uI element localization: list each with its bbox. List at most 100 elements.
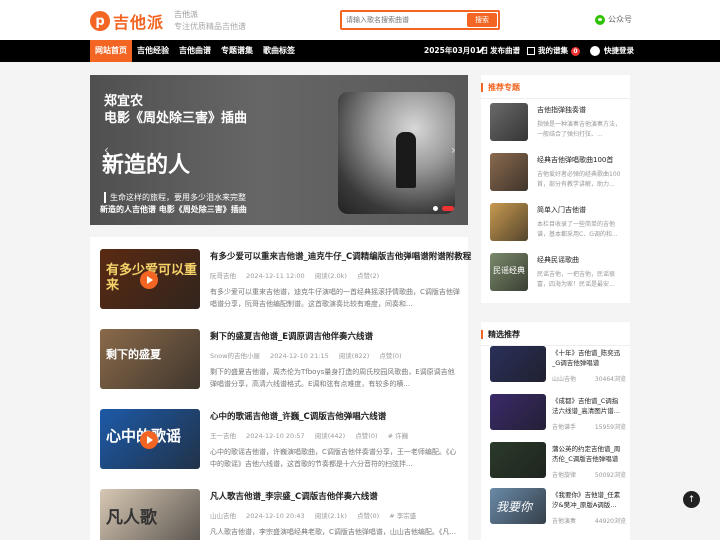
search-box: 搜索 <box>340 10 500 30</box>
article-date: 2024-12-11 12:00 <box>246 272 305 280</box>
list-item: 剩下的盛夏 剩下的盛夏吉他谱_E调原调吉他伴奏六线谱 Snow的吉他小屋 202… <box>100 317 460 389</box>
logo[interactable]: p 吉他派 <box>90 10 164 32</box>
pick-meta: 山山吉他 30464浏览 <box>552 374 626 383</box>
pick-title[interactable]: 《十年》吉他谱_陈奕迅_G调吉他弹唱谱 <box>552 348 624 370</box>
article-excerpt: 剩下的盛夏吉他谱，周杰伦为Tfboys量身打造的周氏校园风歌曲，E调原调吉他弹唱… <box>210 368 455 388</box>
pick-title[interactable]: 《我要你》吉他谱_任素汐&樊冲_原版A调版... <box>552 490 624 512</box>
article-title[interactable]: 剩下的盛夏吉他谱_E调原调吉他伴奏六线谱 <box>210 330 373 342</box>
next-arrow-icon[interactable]: › <box>451 143 456 157</box>
article-title[interactable]: 有多少爱可以重来吉他谱_迪克牛仔_C调精编版吉他弹唱谱附谱附教程 <box>210 250 471 262</box>
section-title: 推荐专题 <box>488 83 520 92</box>
pick-meta: 吉他演奏 44920浏览 <box>552 516 626 525</box>
topic-desc: 指弹是一种演奏吉他演奏方法，一般结合了弹扫打弦、... <box>537 121 622 138</box>
banner-caption[interactable]: 新造的人吉他谱 电影《周处除三害》插曲 <box>100 204 247 215</box>
pick-thumbnail[interactable]: 我要你 <box>490 488 546 524</box>
publish-link[interactable]: 发布曲谱 <box>478 40 520 62</box>
pick-views: 15959浏览 <box>594 424 626 431</box>
prev-arrow-icon[interactable]: ‹ <box>104 143 109 157</box>
pick-meta: 吉他旋律 50092浏览 <box>552 470 626 479</box>
back-to-top-button[interactable]: ↑ <box>683 491 700 508</box>
topic-title[interactable]: 吉他指弹独奏谱 <box>537 105 586 115</box>
pick-title[interactable]: 《成都》吉他谱_C调指法六线谱_高清图片谱... <box>552 396 624 418</box>
topic-thumbnail[interactable] <box>490 203 528 241</box>
article-author[interactable]: 阮哥吉他 <box>210 272 236 280</box>
topic-thumbnail[interactable]: 民谣经典 <box>490 253 528 291</box>
site-name: 吉他派 <box>174 10 198 19</box>
pick-item[interactable]: 《十年》吉他谱_陈奕迅_G调吉他弹唱谱 山山吉他 30464浏览 <box>490 346 626 386</box>
banner-lyric: 生命这样的旅程，要用多少泪水来完整 <box>104 192 246 203</box>
pen-icon <box>478 46 489 56</box>
article-thumbnail[interactable]: 凡人歌 <box>100 489 200 540</box>
article-excerpt: 有多少爱可以重来吉他谱，迪克牛仔演唱的一首经典摇滚抒情歌曲，C调版吉他弹唱谱分享… <box>210 288 460 308</box>
nav-item-experience[interactable]: 吉他经验 <box>134 40 172 62</box>
article-likes: 点赞(0) <box>357 512 380 520</box>
banner-figure <box>396 132 416 188</box>
article-tag[interactable]: # 许巍 <box>388 432 409 440</box>
my-scores-link[interactable]: 我的谱集 0 <box>527 40 580 62</box>
list-item: 心中的歌谣 心中的歌谣吉他谱_许巍_C调版吉他弹唱六线谱 王一吉他 2024-1… <box>100 397 460 469</box>
topic-item[interactable]: 经典吉他弹唱歌曲100首 吉他爱好者必弹的经典歌曲100首，部分有教学讲解，助力… <box>490 153 626 193</box>
pick-views: 44920浏览 <box>594 518 626 525</box>
topic-thumbnail-text: 民谣经典 <box>493 266 525 275</box>
topic-title[interactable]: 经典民谣歌曲 <box>537 255 579 265</box>
featured-picks: 精选推荐 《十年》吉他谱_陈奕迅_G调吉他弹唱谱 山山吉他 30464浏览 《成… <box>481 322 630 540</box>
pick-item[interactable]: 《成都》吉他谱_C调指法六线谱_高清图片谱... 吉他谱手 15959浏览 <box>490 394 626 434</box>
section-accent <box>481 330 483 339</box>
nav-item-tags[interactable]: 歌曲标签 <box>260 40 298 62</box>
article-thumbnail[interactable]: 有多少爱可以重来 <box>100 249 200 309</box>
topic-desc: 本栏目收录了一些简单的吉他谱，基本都采用C、G调的和... <box>537 221 618 238</box>
user-icon <box>590 46 600 56</box>
topic-item[interactable]: 民谣经典 经典民谣歌曲 民谣吉他，一把吉他，民谣很富，四海为家！民谣是最安... <box>490 253 626 293</box>
nav-item-scores[interactable]: 吉他曲谱 <box>176 40 214 62</box>
pick-item[interactable]: 蒲公英的约定吉他谱_周杰伦_C调版吉他弹唱谱 吉他旋律 50092浏览 <box>490 442 626 482</box>
banner-artist: 郑宜农 <box>104 94 144 109</box>
search-button[interactable]: 搜索 <box>467 13 497 27</box>
article-tag[interactable]: # 李宗盛 <box>389 512 416 520</box>
banner-carousel[interactable]: 郑宜农 电影《周处除三害》插曲 新造的人 生命这样的旅程，要用多少泪水来完整 新… <box>90 75 468 225</box>
carousel-dots <box>433 206 458 211</box>
banner-photo <box>338 92 455 214</box>
article-author[interactable]: 山山吉他 <box>210 512 236 520</box>
topic-title[interactable]: 简单入门吉他谱 <box>537 205 586 215</box>
pick-thumbnail[interactable] <box>490 346 546 382</box>
article-date: 2024-12-10 20:43 <box>246 512 305 520</box>
article-meta: 阮哥吉他 2024-12-11 12:00 阅读(2.0k) 点赞(2) <box>210 270 387 280</box>
pick-thumbnail[interactable] <box>490 442 546 478</box>
pick-thumbnail[interactable] <box>490 394 546 430</box>
article-meta: 王一吉他 2024-12-10 20:57 阅读(442) 点赞(0) # 许巍 <box>210 430 416 440</box>
topic-item[interactable]: 简单入门吉他谱 本栏目收录了一些简单的吉他谱，基本都采用C、G调的和... <box>490 203 626 243</box>
nav-item-collections[interactable]: 专题谱集 <box>218 40 256 62</box>
login-label: 快捷登录 <box>604 46 634 55</box>
article-views: 阅读(822) <box>338 352 370 360</box>
pick-author: 吉他旋律 <box>552 472 577 479</box>
article-title[interactable]: 凡人歌吉他谱_李宗盛_C调版吉他伴奏六线谱 <box>210 490 378 502</box>
topic-desc: 吉他爱好者必弹的经典歌曲100首，部分有教学讲解，助力... <box>537 171 621 188</box>
topic-thumbnail[interactable] <box>490 103 528 141</box>
logo-text: 吉他派 <box>113 13 165 32</box>
pick-author: 吉他演奏 <box>552 518 577 525</box>
article-thumbnail[interactable]: 剩下的盛夏 <box>100 329 200 389</box>
carousel-dot[interactable] <box>433 206 438 211</box>
banner-song-title: 新造的人 <box>102 153 191 178</box>
article-title[interactable]: 心中的歌谣吉他谱_许巍_C调版吉他弹唱六线谱 <box>210 410 386 422</box>
play-icon <box>140 431 158 449</box>
carousel-dot-active[interactable] <box>442 206 454 211</box>
login-link[interactable]: 快捷登录 <box>590 40 634 62</box>
pick-item[interactable]: 我要你 《我要你》吉他谱_任素汐&樊冲_原版A调版... 吉他演奏 44920浏… <box>490 488 626 528</box>
nav-item-home[interactable]: 网站首页 <box>90 40 132 62</box>
search-input[interactable] <box>346 13 464 27</box>
topic-item[interactable]: 吉他指弹独奏谱 指弹是一种演奏吉他演奏方法，一般结合了弹扫打弦、... <box>490 103 626 143</box>
section-header: 推荐专题 <box>481 75 630 99</box>
article-date: 2024-12-10 21:15 <box>270 352 329 360</box>
article-thumbnail[interactable]: 心中的歌谣 <box>100 409 200 469</box>
article-author[interactable]: 王一吉他 <box>210 432 236 440</box>
topic-title[interactable]: 经典吉他弹唱歌曲100首 <box>537 155 613 165</box>
article-author[interactable]: Snow的吉他小屋 <box>210 352 260 360</box>
section-accent <box>481 83 483 92</box>
thumbnail-text: 剩下的盛夏 <box>106 348 161 361</box>
wechat-link[interactable]: 公众号 <box>595 14 632 25</box>
pick-author: 山山吉他 <box>552 376 577 383</box>
pick-title[interactable]: 蒲公英的约定吉他谱_周杰伦_C调版吉他弹唱谱 <box>552 444 624 466</box>
topic-thumbnail[interactable] <box>490 153 528 191</box>
article-meta: Snow的吉他小屋 2024-12-10 21:15 阅读(822) 点赞(0) <box>210 350 410 360</box>
